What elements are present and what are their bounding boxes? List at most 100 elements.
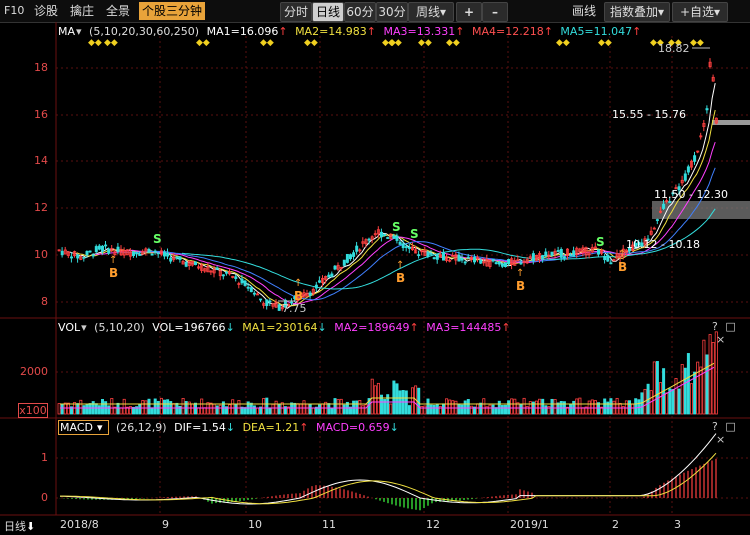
- volume-panel-controls: ? □ ×: [712, 320, 750, 346]
- close-icon[interactable]: ×: [716, 333, 725, 346]
- price-axis-tick: 14: [34, 154, 48, 167]
- volume-bar: [624, 400, 628, 415]
- candlestick: [131, 251, 135, 257]
- volume-bar: [364, 404, 368, 415]
- candlestick: [317, 280, 321, 283]
- candlestick: [705, 108, 709, 111]
- diamond-icon: ◆◆: [104, 38, 118, 48]
- volume-bar: [178, 405, 182, 415]
- volume-bar: [457, 404, 461, 415]
- volume-bar: [190, 403, 194, 415]
- candlestick: [60, 250, 64, 256]
- period-selector[interactable]: 日线⬇: [4, 518, 35, 534]
- volume-bar: [144, 400, 148, 415]
- arrow-up-icon: ↑: [409, 321, 419, 334]
- macd-value: MACD=0.659: [315, 421, 390, 434]
- range-label-3: 10.12 - 10.18: [626, 238, 700, 251]
- volume-bar: [513, 398, 517, 415]
- dea-value: DEA=1.21: [242, 421, 300, 434]
- volume-bar: [252, 405, 256, 415]
- range-label-2: 11.50 - 12.30: [654, 188, 728, 201]
- help-icon[interactable]: ?: [712, 420, 718, 433]
- volume-bar: [147, 398, 151, 415]
- candlestick: [101, 245, 105, 252]
- candlestick: [503, 262, 507, 268]
- candlestick: [655, 219, 659, 221]
- help-icon[interactable]: ?: [712, 320, 718, 333]
- kline-chart[interactable]: B↑B↑ B↑B↑ B↑SS SS ◆◆ ◆◆ ◆◆ ◆◆ ◆◆ ◆◆◆◆ ◆◆ ◆◆ ◆◆ ◆◆ ◆◆ ◆…: [0, 0, 750, 535]
- volume-bar: [255, 407, 259, 415]
- volume-bar: [479, 402, 483, 415]
- volume-bar: [271, 403, 275, 415]
- date-tick: 3: [674, 518, 681, 531]
- arrow-down-icon: ↓: [389, 421, 399, 434]
- up-arrow-icon: ↑: [109, 255, 117, 266]
- volume-bar: [116, 402, 120, 415]
- candlestick: [541, 255, 545, 259]
- volume-bar: [110, 398, 114, 415]
- volume-bar: [57, 403, 61, 415]
- chevron-down-icon[interactable]: ▾: [81, 321, 87, 334]
- candlestick: [494, 262, 498, 265]
- up-arrow-icon: ↑: [516, 268, 524, 279]
- volume-bar: [553, 399, 557, 415]
- candlestick: [333, 265, 337, 270]
- candlestick: [386, 237, 390, 239]
- volume-bar: [234, 403, 238, 415]
- volume-bar: [522, 397, 526, 415]
- volume-bar: [141, 400, 145, 415]
- candlestick: [432, 257, 436, 260]
- candlestick: [156, 252, 160, 255]
- candlestick: [460, 257, 464, 261]
- volume-bar: [683, 367, 687, 415]
- volume-bar: [162, 399, 166, 415]
- vol-indicator-selector[interactable]: VOL: [58, 321, 80, 334]
- zoom-icon[interactable]: □: [725, 320, 735, 333]
- vol-params: (5,10,20): [94, 321, 145, 334]
- candlestick: [330, 273, 334, 277]
- volume-bar: [296, 403, 300, 415]
- volume-bar: [265, 397, 269, 415]
- volume-bar: [578, 397, 582, 415]
- candlestick: [184, 261, 188, 267]
- volume-bar: [299, 403, 303, 415]
- volume-bar: [231, 399, 235, 415]
- price-axis-tick: 18: [34, 61, 48, 74]
- diamond-icon: ◆◆: [260, 38, 274, 48]
- volume-axis-tick: 2000: [20, 365, 48, 378]
- volume-bar: [311, 407, 315, 415]
- volume-bar: [435, 404, 439, 415]
- candlestick: [178, 256, 182, 260]
- volume-bar: [476, 403, 480, 415]
- volume-bar: [101, 399, 105, 415]
- volume-bar: [342, 404, 346, 415]
- volume-bar: [119, 407, 123, 415]
- volume-bar: [609, 398, 613, 415]
- candlestick: [259, 298, 263, 301]
- diamond-icon: ◆◆: [304, 38, 318, 48]
- candlestick: [150, 253, 154, 256]
- candlestick: [240, 278, 244, 284]
- macd-indicator-selector[interactable]: MACD ▾: [58, 420, 109, 435]
- volume-bar: [686, 353, 690, 415]
- diamond-icon: ◆◆: [446, 38, 460, 48]
- date-tick: 10: [248, 518, 262, 531]
- candlestick: [609, 262, 613, 265]
- volume-bar: [330, 407, 334, 415]
- volume-bar: [166, 399, 170, 415]
- volume-bar: [519, 404, 523, 415]
- candlestick: [407, 246, 411, 249]
- zoom-icon[interactable]: □: [725, 420, 735, 433]
- candlestick: [463, 261, 467, 264]
- arrow-down-icon: ↓: [317, 321, 327, 334]
- candlestick: [435, 254, 439, 260]
- price-axis-tick: 10: [34, 248, 48, 261]
- volume-bar: [88, 403, 92, 415]
- close-icon[interactable]: ×: [716, 433, 725, 446]
- volume-bar: [590, 399, 594, 415]
- candlestick: [383, 234, 387, 236]
- volume-bar: [575, 398, 579, 415]
- buy-signal-label: B: [109, 266, 118, 280]
- volume-bar: [463, 400, 467, 415]
- volume-bar: [321, 403, 325, 415]
